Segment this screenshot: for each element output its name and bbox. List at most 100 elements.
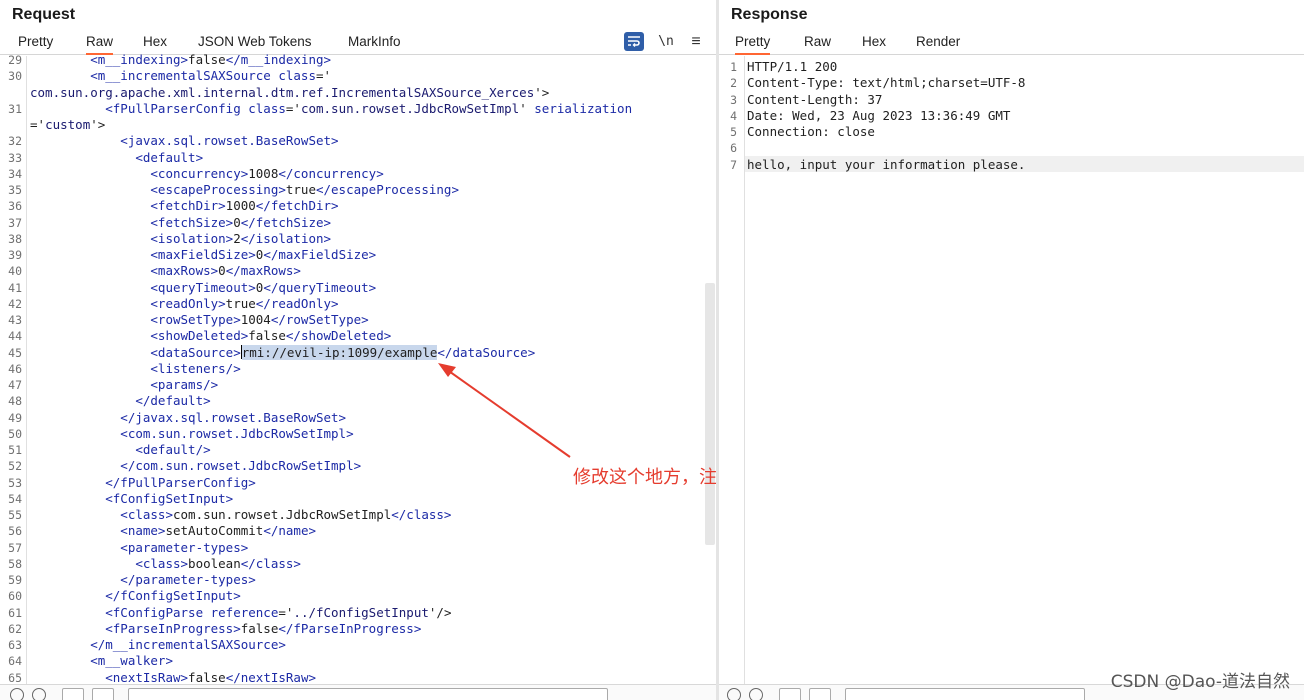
code-token: <fetchSize> [30,214,234,230]
code-line[interactable]: <params/> [30,377,218,393]
settings-gear-icon[interactable] [32,688,46,700]
settings-gear-icon[interactable] [749,688,763,700]
tab-hex[interactable]: Hex [862,34,886,53]
annotation-note: 修改这个地方，注意需要POST方式提交 [573,467,716,488]
code-token: </fetchSize> [240,214,332,230]
code-line[interactable]: <fetchSize>0</fetchSize> [30,215,331,231]
code-token: </name> [263,523,316,539]
code-line[interactable]: <escapeProcessing>true</escapeProcessing… [30,182,459,198]
code-token: serialization [534,100,633,116]
code-line[interactable]: <parameter-types> [30,540,248,556]
line-number: 37 [8,215,22,230]
code-token: =' [278,604,294,620]
line-number: 63 [8,638,22,652]
line-number: 40 [8,264,22,279]
code-line[interactable]: <javax.sql.rowset.BaseRowSet> [30,133,338,149]
code-line[interactable]: <fetchDir>1000</fetchDir> [30,198,338,214]
response-line[interactable]: Connection: close [747,124,875,140]
code-line[interactable]: <showDeleted>false</showDeleted> [30,328,391,344]
tab-render[interactable]: Render [916,34,960,53]
request-editor[interactable]: 29 <m__indexing>false</m__indexing> 30 <m… [0,52,716,685]
code-line[interactable]: <rowSetType>1004</rowSetType> [30,312,369,328]
line-number: 54 [8,491,22,506]
code-token: <parameter-types> [30,539,249,555]
response-line[interactable]: Date: Wed, 23 Aug 2023 13:36:49 GMT [747,108,1010,124]
line-number: 3 [730,92,737,107]
code-line[interactable]: <fConfigParse reference='../fConfigSetIn… [30,605,451,621]
code-line[interactable]: <name>setAutoCommit</name> [30,523,316,539]
code-line[interactable]: <fConfigSetInput> [30,491,233,507]
code-token: <params/> [30,377,219,392]
line-number: 60 [8,589,22,604]
tab-markinfo[interactable]: MarkInfo [348,34,401,53]
tab-pretty[interactable]: Pretty [735,34,771,55]
code-token: </rowSetType> [270,312,369,327]
line-number: 53 [8,475,22,490]
code-line[interactable]: <isolation>2</isolation> [30,231,331,247]
code-line[interactable]: <fParseInProgress>false</fParseInProgres… [30,621,421,637]
code-line[interactable]: </default> [30,393,210,409]
annotation-arrow-icon [438,363,571,458]
back-arrow-button[interactable] [779,688,801,700]
code-token: <fPullParserConfig [30,100,249,116]
response-search-input[interactable] [845,688,1085,700]
code-line[interactable]: <listeners/> [30,360,241,377]
code-line[interactable]: <class>boolean</class> [30,556,301,572]
code-line[interactable]: <default> [30,150,203,166]
line-number: 42 [8,296,22,311]
code-line[interactable]: <fPullParserConfig class='com.sun.rowset… [30,101,632,117]
line-number: 64 [8,654,22,669]
request-search-input[interactable] [128,688,608,700]
line-number: 62 [8,621,22,636]
code-line[interactable]: <readOnly>true</readOnly> [30,296,338,312]
code-line[interactable]: </javax.sql.rowset.BaseRowSet> [30,410,346,426]
response-editor[interactable]: 1 HTTP/1.1 200 2 Content-Type: text/html;ch… [719,56,1304,684]
code-line[interactable]: <maxRows>0</maxRows> [30,263,301,279]
help-icon[interactable] [10,688,24,700]
code-token: reference [210,604,279,620]
code-token: <listeners/> [30,360,241,376]
code-line[interactable]: <m__incrementalSAXSource class=' [30,68,331,84]
code-line[interactable]: <concurrency>1008</concurrency> [30,166,383,182]
tab-raw[interactable]: Raw [804,34,831,53]
code-line[interactable]: <queryTimeout>0</queryTimeout> [30,280,376,296]
response-line[interactable]: Content-Length: 37 [747,92,882,108]
code-line[interactable]: </fPullParserConfig> [30,475,256,491]
code-line[interactable]: ='custom'> [30,117,105,133]
code-line[interactable]: <m__indexing>false</m__indexing> [30,52,331,68]
back-arrow-button[interactable] [62,688,84,700]
line-number: 45 [8,345,22,360]
line-number: 5 [730,125,737,139]
forward-arrow-button[interactable] [809,688,831,700]
code-line[interactable]: com.sun.org.apache.xml.internal.dtm.ref.… [30,85,549,101]
code-line[interactable]: <com.sun.rowset.JdbcRowSetImpl> [30,426,353,442]
code-line[interactable]: <default/> [30,442,211,458]
code-token: true [285,182,316,197]
code-line[interactable]: </com.sun.rowset.JdbcRowSetImpl> [30,458,361,474]
response-pane: Response Pretty Raw Hex Render 1 HTTP/1.1… [719,0,1304,700]
code-line[interactable]: <class>com.sun.rowset.JdbcRowSetImpl</cl… [30,507,451,523]
tab-pretty[interactable]: Pretty [18,34,53,53]
request-scrollbar[interactable] [705,283,715,545]
code-line[interactable]: </parameter-types> [30,572,255,588]
code-token: =' [285,100,301,116]
hamburger-menu-icon[interactable]: ≡ [686,32,706,51]
response-line[interactable]: hello, input your information please. [747,157,1025,173]
code-line[interactable]: <m__walker> [30,653,173,669]
code-line[interactable]: </m__incrementalSAXSource> [30,637,286,653]
code-token: <queryTimeout> [30,279,256,295]
response-line[interactable]: Content-Type: text/html;charset=UTF-8 [747,75,1025,91]
code-line[interactable]: </fConfigSetInput> [30,588,240,604]
line-number: 59 [8,573,22,587]
forward-arrow-button[interactable] [92,688,114,700]
response-line[interactable]: HTTP/1.1 200 [747,59,837,75]
newline-toggle-button[interactable]: \n [656,32,676,51]
tab-hex[interactable]: Hex [143,34,167,53]
code-line[interactable]: <maxFieldSize>0</maxFieldSize> [30,247,376,263]
code-token: <default> [30,149,204,165]
help-icon[interactable] [727,688,741,700]
tab-json-web-tokens[interactable]: JSON Web Tokens [198,34,312,53]
code-token: 1004 [240,312,271,327]
text-wrap-icon[interactable] [624,32,644,51]
code-token: <default/> [30,442,211,457]
